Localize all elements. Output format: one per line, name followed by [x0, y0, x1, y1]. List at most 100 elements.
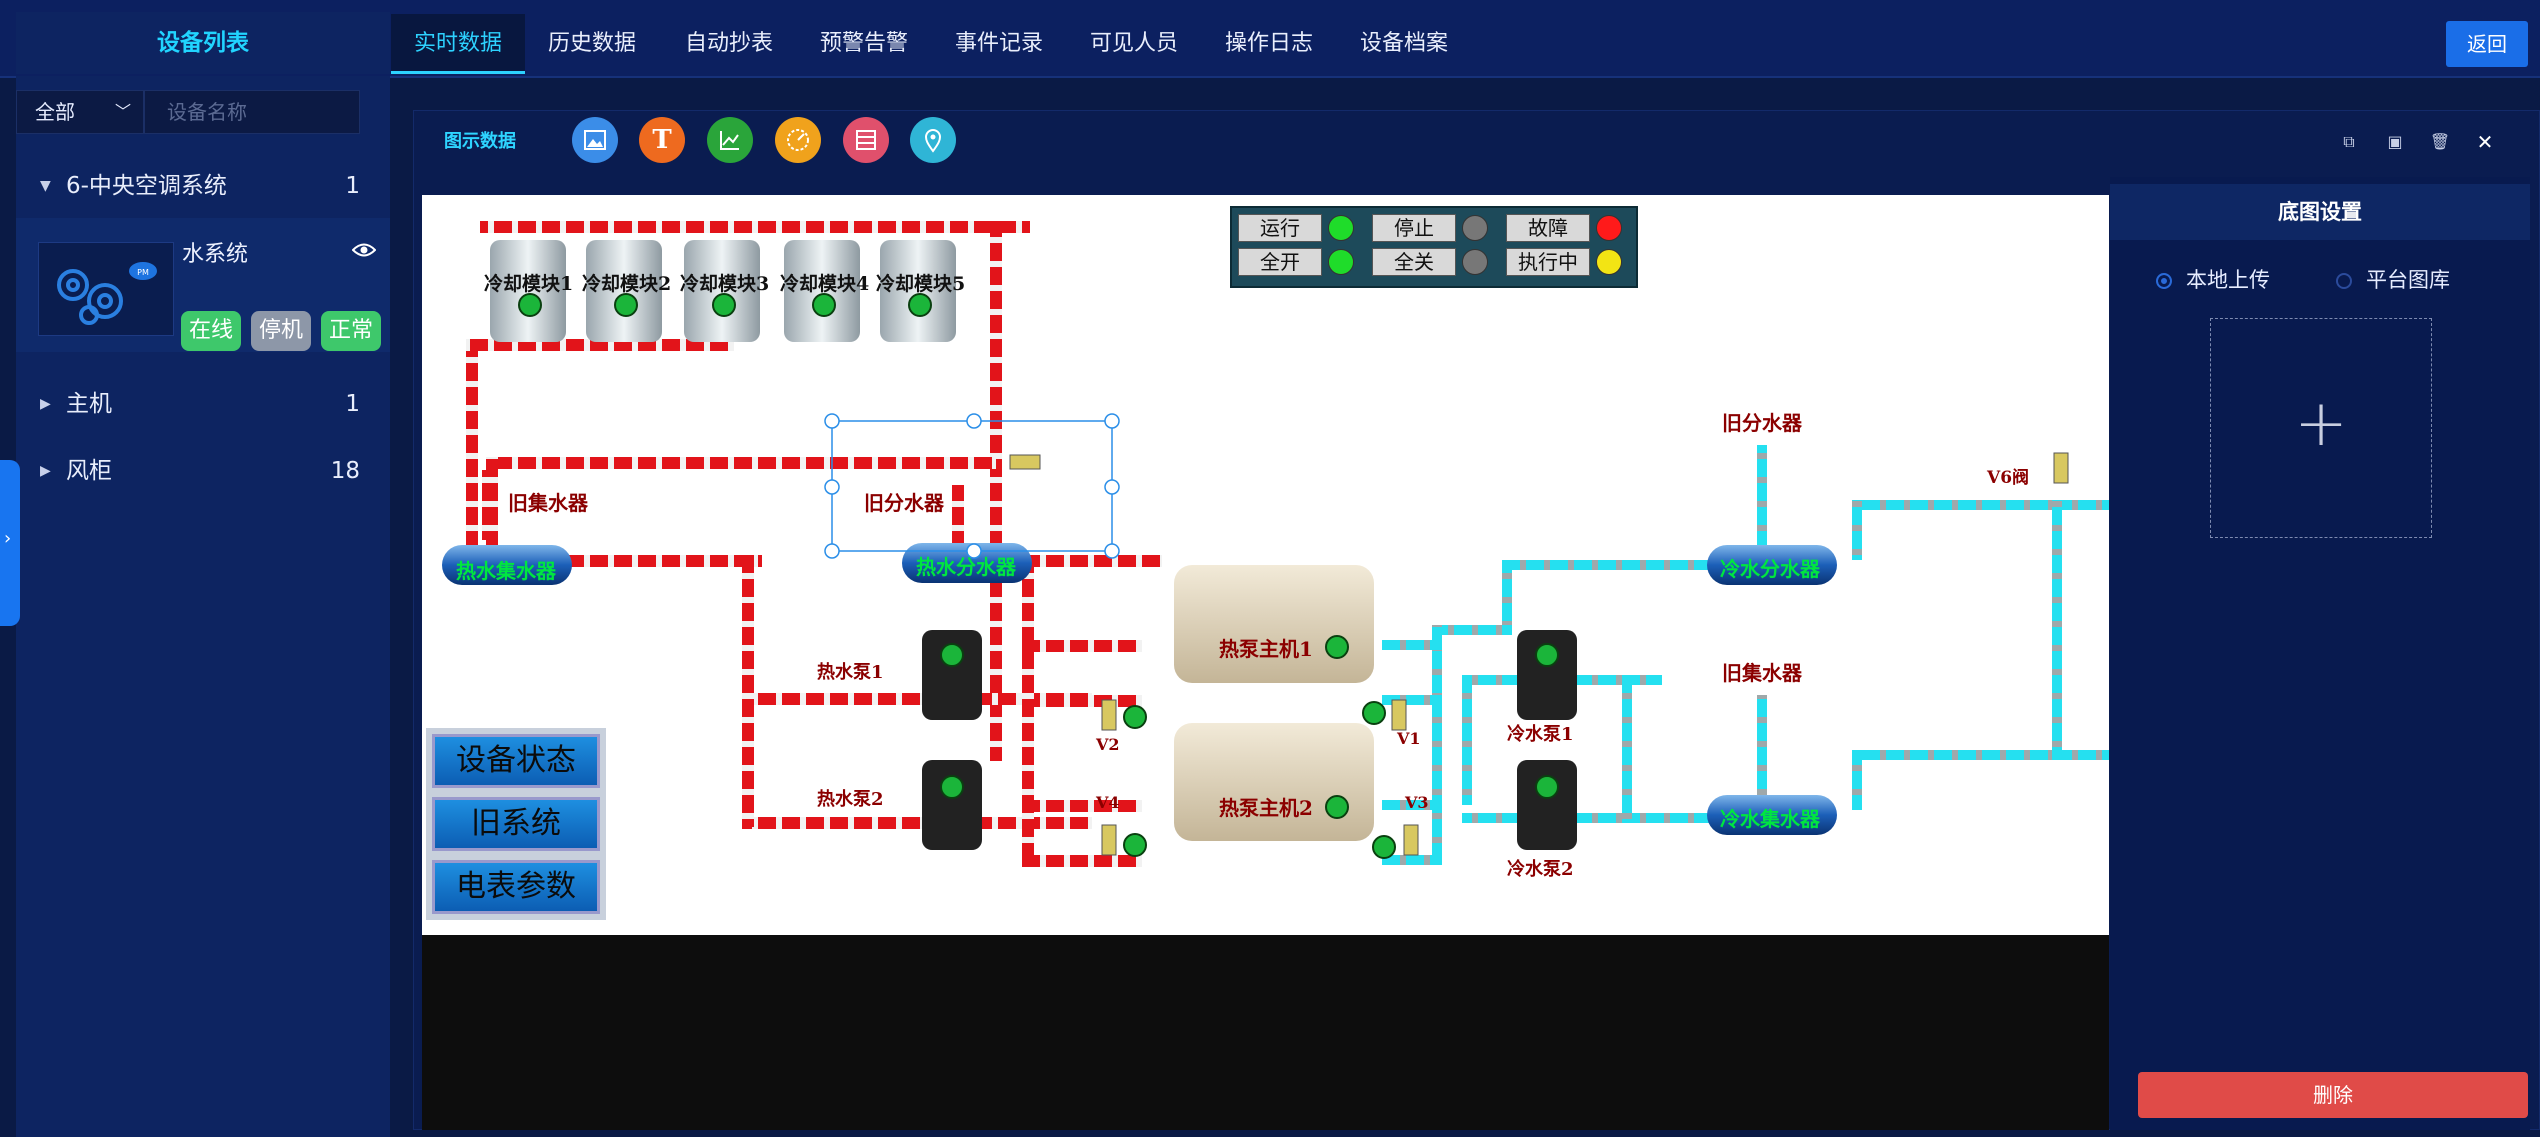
device-thumbnail: PM — [38, 242, 174, 336]
diagram-canvas[interactable]: 冷却模块1 冷却模块2 冷却模块3 冷却模块4 冷却模块5 旧集水器 旧分水器 … — [422, 195, 2109, 935]
caret-right-icon: ▶ — [40, 396, 51, 412]
location-icon[interactable] — [910, 117, 956, 163]
status-run-button[interactable]: 运行 — [1238, 214, 1322, 242]
old-divider-mid-label: 旧分水器 — [864, 491, 944, 515]
radio-unselected-icon — [2336, 273, 2352, 289]
chevron-down-icon: ﹀ — [114, 102, 131, 121]
old-divider-right-label: 旧分水器 — [1722, 411, 1802, 435]
valve-v1-label: V1 — [1397, 729, 1421, 748]
tree-group-label: 主机 — [66, 391, 112, 417]
radio-local-upload[interactable]: 本地上传 — [2156, 264, 2270, 294]
filter-value: 全部 — [35, 100, 75, 124]
status-badge-stopped: 停机 — [251, 311, 312, 351]
radio-platform-library[interactable]: 平台图库 — [2336, 264, 2450, 294]
cooling-module-2-label: 冷却模块2 — [582, 273, 672, 295]
status-stop-button[interactable]: 停止 — [1372, 214, 1456, 242]
device-status-button[interactable]: 设备状态 — [432, 734, 600, 788]
cold-pump-2-label: 冷水泵2 — [1507, 859, 1574, 880]
status-badge-online: 在线 — [181, 311, 242, 351]
settings-title: 底图设置 — [2110, 184, 2530, 240]
radio-selected-icon — [2156, 273, 2172, 289]
water-system-diagram — [442, 221, 2109, 867]
save-icon[interactable]: ▣ — [2382, 129, 2408, 155]
valve-v4-label: V4 — [1096, 793, 1120, 812]
sidebar-title: 设备列表 — [16, 12, 390, 74]
heat-pump-1-label: 热泵主机1 — [1219, 637, 1313, 661]
tree-group-count: 1 — [345, 391, 360, 417]
status-run-led — [1328, 215, 1354, 241]
status-executing-led — [1596, 249, 1622, 275]
old-collector-right-label: 旧集水器 — [1722, 661, 1802, 685]
status-all-open-led — [1328, 249, 1354, 275]
caret-right-icon: ▶ — [40, 463, 51, 479]
valve-v2-label: V2 — [1096, 735, 1120, 754]
hot-pump-2-label: 热水泵2 — [817, 789, 884, 810]
valve-v6-label: V6阀 — [1987, 468, 2030, 488]
radio-label: 本地上传 — [2186, 268, 2270, 292]
line-chart-icon[interactable] — [707, 117, 753, 163]
tab-event-record[interactable]: 事件记录 — [938, 14, 1060, 74]
tab-realtime-data[interactable]: 实时数据 — [391, 14, 525, 74]
device-search-input[interactable]: 设备名称 — [144, 90, 360, 134]
eye-icon[interactable] — [351, 240, 377, 265]
canvas-empty-area — [422, 935, 2109, 1130]
tab-auto-meter[interactable]: 自动抄表 — [668, 14, 790, 74]
tree-group-count: 1 — [345, 173, 360, 199]
plus-icon: + — [2294, 387, 2348, 461]
hot-pump-1-label: 热水泵1 — [817, 662, 884, 683]
status-executing-button[interactable]: 执行中 — [1506, 248, 1590, 276]
valve-v3-label: V3 — [1405, 793, 1429, 812]
cold-divider-label: 冷水分水器 — [1720, 557, 1820, 581]
text-icon[interactable]: T — [639, 117, 685, 163]
tab-history-data[interactable]: 历史数据 — [535, 14, 649, 74]
trash-icon[interactable]: 🗑 — [2427, 129, 2453, 155]
status-badge-normal: 正常 — [321, 311, 382, 351]
expand-sidebar-handle[interactable]: › — [0, 460, 20, 626]
back-button[interactable]: 返回 — [2446, 21, 2528, 67]
status-stop-led — [1462, 215, 1488, 241]
svg-text:PM: PM — [137, 268, 149, 277]
restore-icon[interactable]: ⧉ — [2336, 129, 2362, 155]
status-all-close-led — [1462, 249, 1488, 275]
tab-visible-users[interactable]: 可见人员 — [1073, 14, 1195, 74]
device-name: 水系统 — [182, 242, 249, 267]
status-fault-led — [1596, 215, 1622, 241]
tree-group-fan-cabinet[interactable]: ▶ 风柜 18 — [16, 443, 390, 499]
delete-button[interactable]: 删除 — [2138, 1072, 2528, 1118]
tree-group-label: 风柜 — [66, 458, 112, 484]
status-legend-panel: 运行 停止 故障 全开 全关 执行中 — [1230, 206, 1638, 288]
tree-group-hvac[interactable]: ▼ 6-中央空调系统 1 — [16, 158, 390, 214]
upload-dropzone[interactable]: + — [2210, 318, 2432, 538]
table-icon[interactable] — [843, 117, 889, 163]
status-all-open-button[interactable]: 全开 — [1238, 248, 1322, 276]
tab-device-archive[interactable]: 设备档案 — [1343, 14, 1465, 74]
tab-operation-log[interactable]: 操作日志 — [1208, 14, 1330, 74]
old-collector-left-label: 旧集水器 — [508, 491, 588, 515]
status-fault-button[interactable]: 故障 — [1506, 214, 1590, 242]
meter-params-button[interactable]: 电表参数 — [432, 860, 600, 914]
cooling-module-1-label: 冷却模块1 — [484, 273, 574, 295]
gauge-icon[interactable] — [775, 117, 821, 163]
hot-collector-label: 热水集水器 — [456, 559, 556, 583]
chevron-right-icon: › — [4, 528, 12, 549]
tab-alarm[interactable]: 预警告警 — [803, 14, 925, 74]
cold-collector-label: 冷水集水器 — [1720, 807, 1820, 831]
radio-label: 平台图库 — [2366, 268, 2450, 292]
filter-select[interactable]: 全部 ﹀ — [16, 90, 144, 134]
toolbar-label: 图示数据 — [444, 131, 516, 152]
cooling-module-3-label: 冷却模块3 — [680, 273, 770, 295]
heat-pump-2-label: 热泵主机2 — [1219, 796, 1313, 820]
image-icon[interactable] — [572, 117, 618, 163]
gears-icon: PM — [57, 262, 157, 325]
tree-group-label: 6-中央空调系统 — [66, 173, 227, 199]
tree-group-host[interactable]: ▶ 主机 1 — [16, 376, 390, 432]
cold-pump-1-label: 冷水泵1 — [1507, 724, 1574, 745]
cooling-module-5-label: 冷却模块5 — [876, 273, 966, 295]
caret-down-icon: ▼ — [40, 178, 51, 194]
tree-group-count: 18 — [330, 458, 360, 484]
close-icon[interactable]: ✕ — [2472, 129, 2498, 155]
status-all-close-button[interactable]: 全关 — [1372, 248, 1456, 276]
hot-divider-label: 热水分水器 — [916, 555, 1016, 579]
cooling-module-4-label: 冷却模块4 — [780, 273, 870, 295]
old-system-button[interactable]: 旧系统 — [432, 797, 600, 851]
